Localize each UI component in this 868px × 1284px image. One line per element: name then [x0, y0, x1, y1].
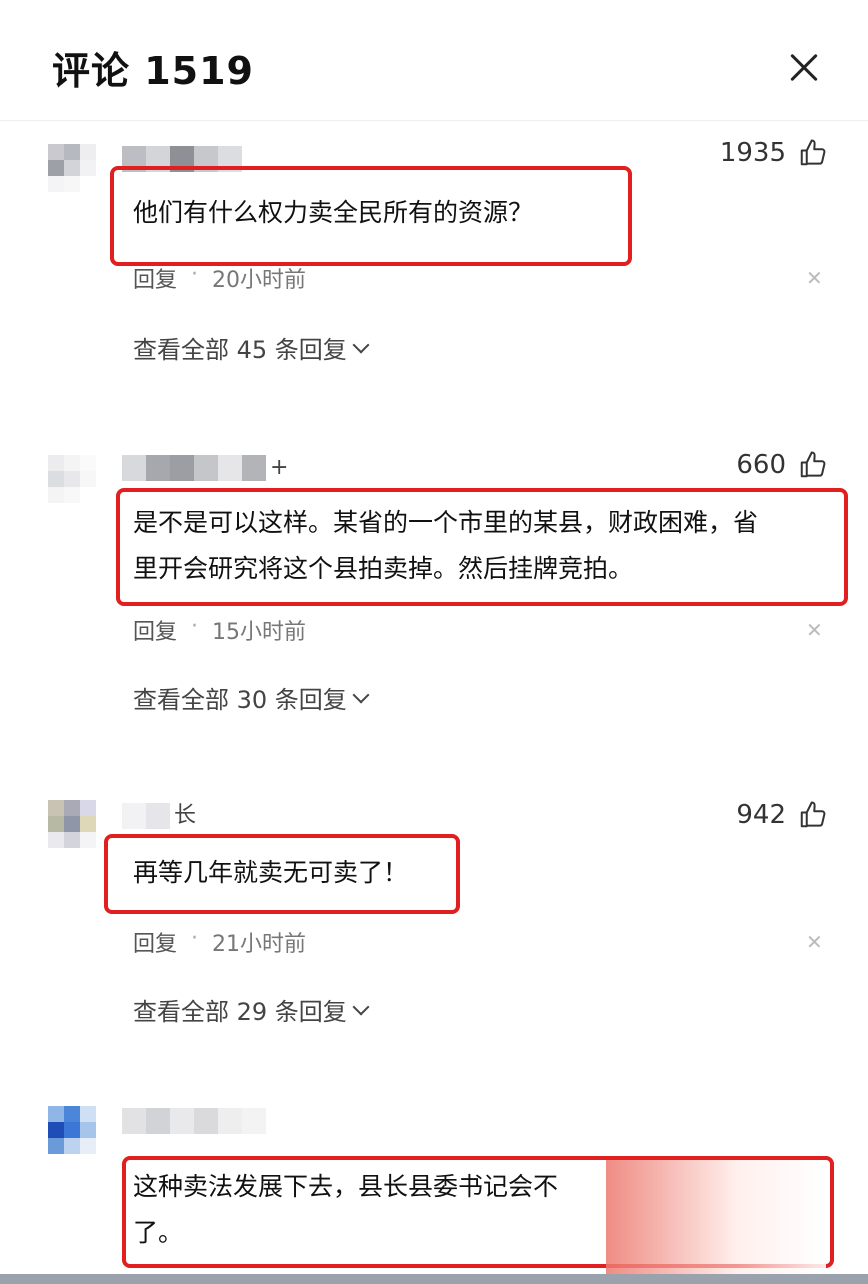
view-all-replies[interactable]: 查看全部 29 条回复 [133, 992, 370, 1027]
avatar-pixel [80, 832, 96, 848]
thumbs-up-icon[interactable] [798, 450, 828, 480]
username-pixel [170, 1108, 194, 1134]
avatar-pixel [64, 471, 80, 487]
comments-header: 评论 1519 [0, 0, 868, 121]
like-count-text: 660 [736, 450, 786, 480]
avatar[interactable] [48, 800, 96, 848]
avatar-pixel [48, 800, 64, 816]
thumbs-up-icon[interactable] [798, 138, 828, 168]
like-count-text: 1935 [719, 138, 786, 168]
username-pixel [194, 455, 218, 481]
comment-meta: 回复 · 15小时前 [133, 614, 307, 646]
avatar-pixel [80, 176, 96, 192]
avatar-pixel [80, 800, 96, 816]
avatar-pixel [64, 832, 80, 848]
username-fragment: + [270, 455, 289, 480]
username-pixel [218, 455, 242, 481]
avatar-pixel [64, 176, 80, 192]
avatar-pixel [48, 160, 64, 176]
avatar-pixel [64, 1138, 80, 1154]
close-icon[interactable] [784, 48, 824, 88]
comment-time: 21小时前 [212, 932, 307, 957]
avatar-pixel [64, 816, 80, 832]
dismiss-x-icon[interactable]: ✕ [806, 930, 823, 954]
avatar-pixel [48, 455, 64, 471]
dismiss-x-icon[interactable]: ✕ [806, 618, 823, 642]
dismiss-x-icon[interactable]: ✕ [806, 266, 823, 290]
view-all-replies[interactable]: 查看全部 30 条回复 [133, 680, 370, 715]
comment-meta: 回复 · 21小时前 [133, 926, 307, 958]
username-pixel [218, 1108, 242, 1134]
username-pixel [122, 1108, 146, 1134]
avatar-pixel [48, 1138, 64, 1154]
like-count[interactable]: 1935 [720, 138, 828, 168]
username-pixel [146, 455, 170, 481]
avatar-pixel [48, 816, 64, 832]
username-blurred[interactable]: 长 [122, 803, 196, 829]
avatar-pixel [64, 800, 80, 816]
username-pixel [122, 455, 146, 481]
like-count-text: 942 [736, 800, 786, 830]
like-count[interactable]: 660 [736, 450, 828, 480]
comment-meta: 回复 · 20小时前 [133, 262, 307, 294]
comment-text: 这种卖法发展下去，县长县委书记会不 了。 [133, 1172, 559, 1247]
comment-time: 20小时前 [212, 268, 307, 293]
avatar-pixel [80, 1106, 96, 1122]
comment-text: 是不是可以这样。某省的一个市里的某县，财政困难，省 里开会研究将这个县拍卖掉。然… [133, 508, 759, 583]
avatar-pixel [64, 144, 80, 160]
chevron-down-icon [352, 686, 370, 703]
avatar-pixel [48, 176, 64, 192]
avatar-pixel [48, 1106, 64, 1122]
avatar[interactable] [48, 1106, 96, 1154]
username-pixel [170, 455, 194, 481]
reply-button[interactable]: 回复 [133, 262, 177, 294]
view-all-replies[interactable]: 查看全部 45 条回复 [133, 330, 370, 365]
avatar-pixel [64, 1122, 80, 1138]
thumbs-up-icon[interactable] [798, 800, 828, 830]
avatar-pixel [80, 816, 96, 832]
redaction-smear [606, 1160, 826, 1284]
comment-time: 15小时前 [212, 620, 307, 645]
avatar-pixel [48, 832, 64, 848]
avatar[interactable] [48, 455, 96, 503]
chevron-down-icon [352, 998, 370, 1015]
bottom-edge [0, 1274, 868, 1284]
avatar-pixel [64, 487, 80, 503]
username-pixel [194, 1108, 218, 1134]
avatar-pixel [80, 1122, 96, 1138]
avatar[interactable] [48, 144, 96, 192]
username-blurred[interactable] [122, 1108, 266, 1134]
avatar-pixel [80, 160, 96, 176]
avatar-pixel [80, 1138, 96, 1154]
username-pixel [146, 803, 170, 829]
avatar-pixel [80, 471, 96, 487]
comment-text: 他们有什么权力卖全民所有的资源？ [133, 198, 534, 227]
username-pixel [242, 1108, 266, 1134]
username-pixel [122, 803, 146, 829]
like-count[interactable]: 942 [736, 800, 828, 830]
avatar-pixel [48, 487, 64, 503]
avatar-pixel [64, 455, 80, 471]
avatar-pixel [64, 1106, 80, 1122]
avatar-pixel [80, 455, 96, 471]
username-pixel [242, 455, 266, 481]
avatar-pixel [80, 487, 96, 503]
avatar-pixel [48, 1122, 64, 1138]
reply-button[interactable]: 回复 [133, 926, 177, 958]
reply-button[interactable]: 回复 [133, 614, 177, 646]
avatar-pixel [48, 471, 64, 487]
avatar-pixel [64, 160, 80, 176]
comment-text: 再等几年就卖无可卖了！ [133, 858, 409, 887]
username-blurred[interactable]: + [122, 455, 288, 481]
username-fragment: 长 [174, 803, 197, 828]
username-pixel [146, 1108, 170, 1134]
avatar-pixel [80, 144, 96, 160]
comments-title: 评论 1519 [52, 49, 254, 93]
avatar-pixel [48, 144, 64, 160]
chevron-down-icon [352, 336, 370, 353]
